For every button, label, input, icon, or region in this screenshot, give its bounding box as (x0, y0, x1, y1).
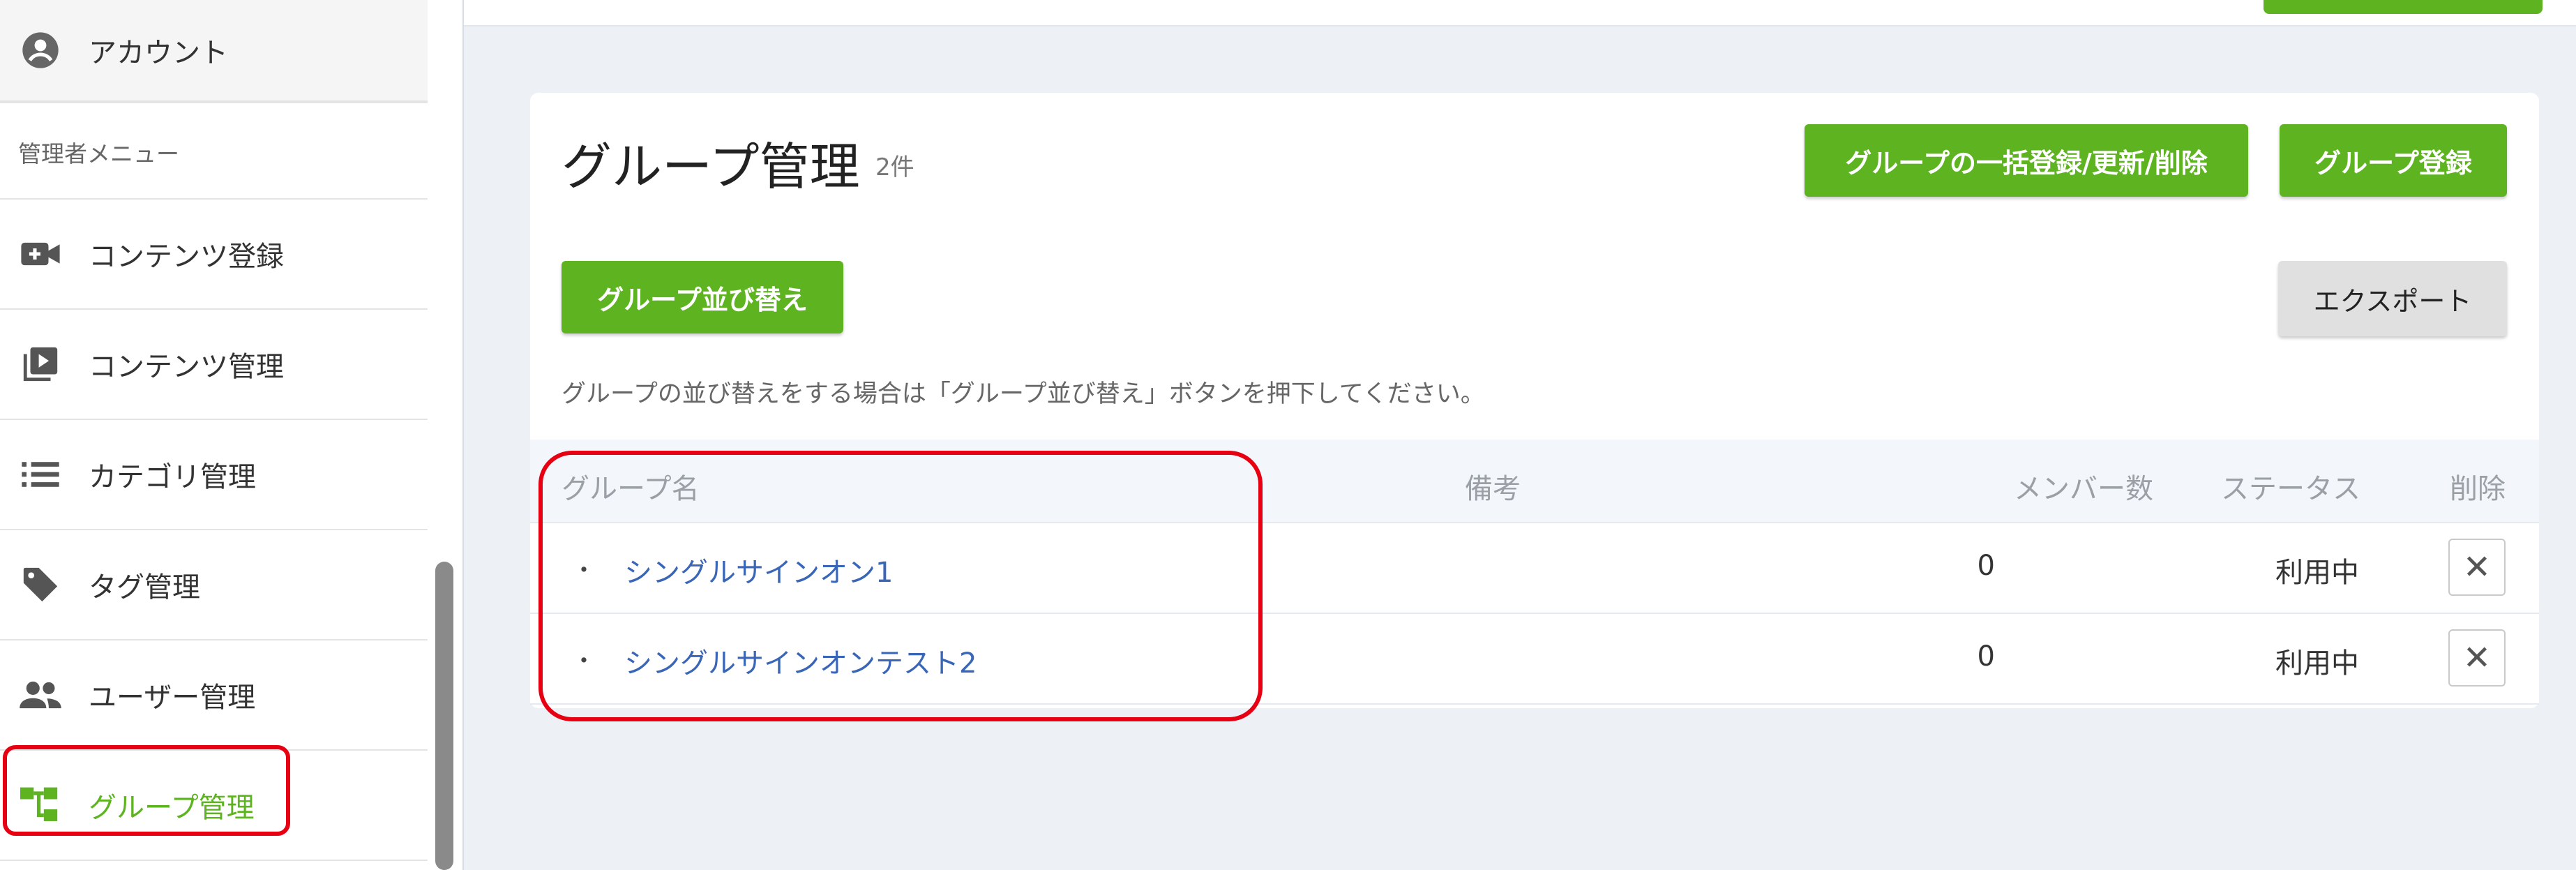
top-action-button[interactable] (2264, 0, 2543, 14)
tag-icon (18, 562, 63, 607)
sidebar-item-content-manage[interactable]: コンテンツ管理 (0, 310, 428, 420)
column-header-delete: 削除 (2450, 473, 2506, 505)
highlight-annotation (3, 745, 290, 836)
bulk-register-button[interactable]: グループの一括登録/更新/削除 (1805, 124, 2248, 197)
play-library-icon (18, 342, 63, 387)
admin-menu-header: 管理者メニュー (18, 140, 179, 167)
group-sort-button[interactable]: グループ並び替え (562, 261, 843, 333)
sidebar-item-label: タグ管理 (89, 571, 200, 603)
list-icon (18, 452, 63, 497)
column-header-members[interactable]: メンバー数 (2014, 466, 2153, 507)
delete-button[interactable]: ✕ (2448, 539, 2506, 596)
export-button[interactable]: エクスポート (2278, 261, 2507, 336)
highlight-annotation (538, 451, 1263, 721)
sidebar-item-label: コンテンツ登録 (89, 241, 284, 273)
sidebar-item-label: コンテンツ管理 (89, 351, 284, 383)
sidebar-item-label: カテゴリ管理 (89, 461, 256, 493)
close-icon: ✕ (2462, 548, 2492, 587)
page-title: グループ管理 (562, 137, 860, 196)
top-bar (464, 0, 2576, 27)
sidebar-item-content-register[interactable]: コンテンツ登録 (0, 200, 428, 310)
sidebar: アカウント 管理者メニュー コンテンツ登録 コンテンツ管理 カテゴリ管理 タグ管… (0, 0, 428, 870)
group-register-button[interactable]: グループ登録 (2280, 124, 2507, 197)
item-count: 2件 (875, 153, 914, 181)
member-count: 0 (1977, 550, 1995, 582)
people-icon (18, 673, 63, 717)
column-header-status[interactable]: ステータス (2221, 466, 2360, 507)
account-circle-icon (18, 28, 63, 73)
divider (462, 0, 464, 870)
sidebar-item-label: アカウント (89, 37, 228, 69)
status-text: 利用中 (2275, 557, 2359, 589)
member-count: 0 (1977, 640, 1995, 673)
sidebar-item-tag-manage[interactable]: タグ管理 (0, 530, 428, 640)
sort-hint-text: グループの並び替えをする場合は「グループ並び替え」ボタンを押下してください。 (562, 380, 1485, 408)
delete-button[interactable]: ✕ (2448, 629, 2506, 687)
scrollbar-thumb[interactable] (435, 562, 453, 870)
close-icon: ✕ (2462, 638, 2492, 677)
sidebar-item-category-manage[interactable]: カテゴリ管理 (0, 420, 428, 530)
divider (0, 102, 428, 103)
sidebar-item-account[interactable]: アカウント (0, 0, 428, 102)
status-text: 利用中 (2275, 647, 2359, 680)
video-add-icon (18, 232, 63, 276)
sidebar-item-label: ユーザー管理 (89, 682, 256, 714)
sidebar-item-user-manage[interactable]: ユーザー管理 (0, 640, 428, 751)
column-header-note: 備考 (1465, 473, 1521, 505)
